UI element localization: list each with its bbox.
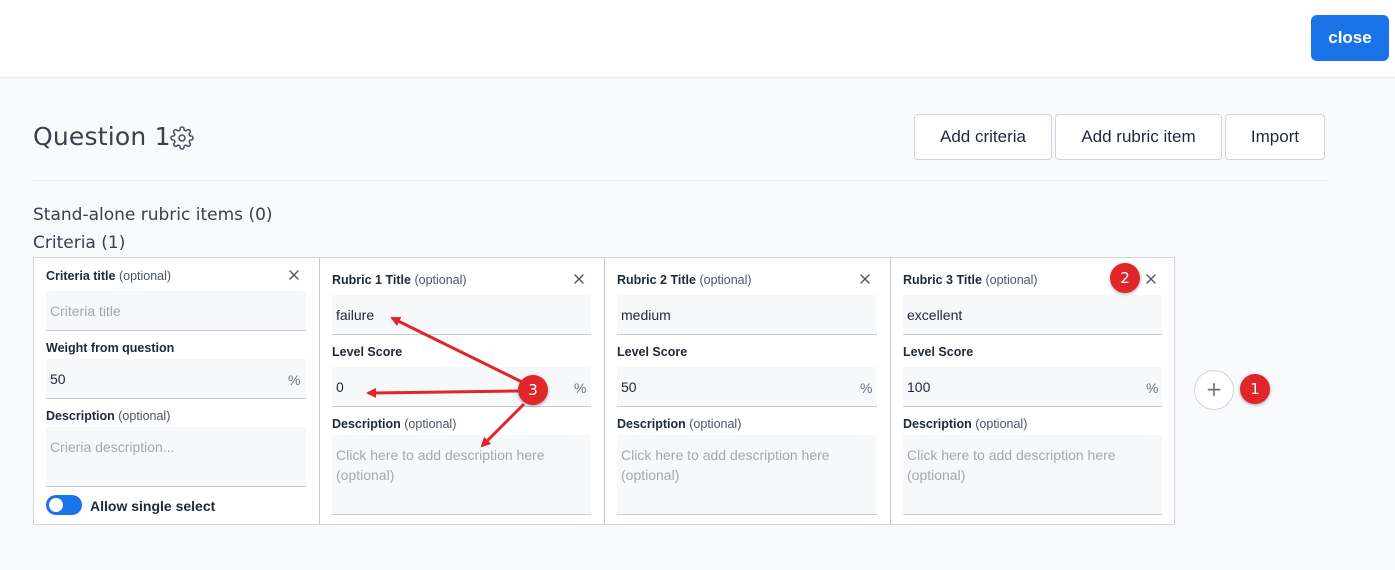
close-icon[interactable] bbox=[287, 268, 301, 282]
rubric-title-label: Rubric 1 Title (optional) bbox=[332, 273, 467, 287]
rubric-description-label: Description (optional) bbox=[332, 417, 457, 431]
annotation-badge-2: 2 bbox=[1110, 263, 1140, 293]
divider bbox=[33, 180, 1329, 181]
percent-suffix: % bbox=[574, 380, 587, 396]
gear-icon[interactable] bbox=[170, 126, 194, 150]
allow-single-select-toggle[interactable] bbox=[46, 495, 82, 515]
rubric-card-2: Rubric 2 Title (optional) Level Score % … bbox=[605, 258, 891, 524]
close-icon[interactable] bbox=[572, 272, 586, 286]
rubric-title-label: Rubric 3 Title (optional) bbox=[903, 273, 1038, 287]
criteria-title-label: Criteria title (optional) bbox=[46, 269, 172, 283]
close-icon[interactable] bbox=[1144, 272, 1158, 286]
rubric-title-label: Rubric 2 Title (optional) bbox=[617, 273, 752, 287]
percent-suffix: % bbox=[288, 372, 301, 388]
top-bar: close bbox=[0, 0, 1395, 78]
import-button[interactable]: Import bbox=[1225, 114, 1325, 160]
rubric-card-3: Rubric 3 Title (optional) Level Score % … bbox=[891, 258, 1174, 524]
level-score-input[interactable] bbox=[617, 367, 877, 407]
close-icon[interactable] bbox=[858, 272, 872, 286]
level-score-label: Level Score bbox=[903, 345, 974, 359]
rubric-title-input[interactable] bbox=[332, 295, 591, 335]
rubric-description-label: Description (optional) bbox=[903, 417, 1028, 431]
level-score-input[interactable] bbox=[332, 367, 591, 407]
rubric-description-label: Description (optional) bbox=[617, 417, 742, 431]
rubric-title-input[interactable] bbox=[617, 295, 877, 335]
weight-label: Weight from question bbox=[46, 341, 175, 355]
rubric-title-input[interactable] bbox=[903, 295, 1162, 335]
add-criteria-button[interactable]: Add criteria bbox=[914, 114, 1052, 160]
weight-input[interactable] bbox=[46, 359, 306, 399]
rubric-description-input[interactable] bbox=[617, 435, 877, 515]
criteria-description-label: Description (optional) bbox=[46, 409, 171, 423]
percent-suffix: % bbox=[1146, 380, 1159, 396]
annotation-badge-3: 3 bbox=[518, 375, 548, 405]
criteria-title-input[interactable] bbox=[46, 291, 306, 331]
close-button[interactable]: close bbox=[1311, 15, 1389, 61]
criteria-card: Criteria title (optional) Weight from qu… bbox=[34, 258, 320, 524]
question-title: Question 1 bbox=[33, 122, 171, 151]
criteria-card-group: Criteria title (optional) Weight from qu… bbox=[33, 257, 1175, 525]
add-rubric-button[interactable]: + bbox=[1194, 370, 1234, 410]
criteria-description-input[interactable] bbox=[46, 427, 306, 487]
allow-single-select-label: Allow single select bbox=[90, 498, 216, 514]
criteria-heading: Criteria (1) bbox=[33, 233, 126, 253]
rubric-card-1: Rubric 1 Title (optional) Level Score % … bbox=[320, 258, 605, 524]
annotation-badge-1: 1 bbox=[1240, 374, 1270, 404]
level-score-input[interactable] bbox=[903, 367, 1162, 407]
percent-suffix: % bbox=[860, 380, 873, 396]
level-score-label: Level Score bbox=[332, 345, 403, 359]
rubric-description-input[interactable] bbox=[903, 435, 1162, 515]
rubric-description-input[interactable] bbox=[332, 435, 591, 515]
level-score-label: Level Score bbox=[617, 345, 688, 359]
standalone-items-heading: Stand-alone rubric items (0) bbox=[33, 205, 273, 225]
add-rubric-item-button[interactable]: Add rubric item bbox=[1055, 114, 1222, 160]
